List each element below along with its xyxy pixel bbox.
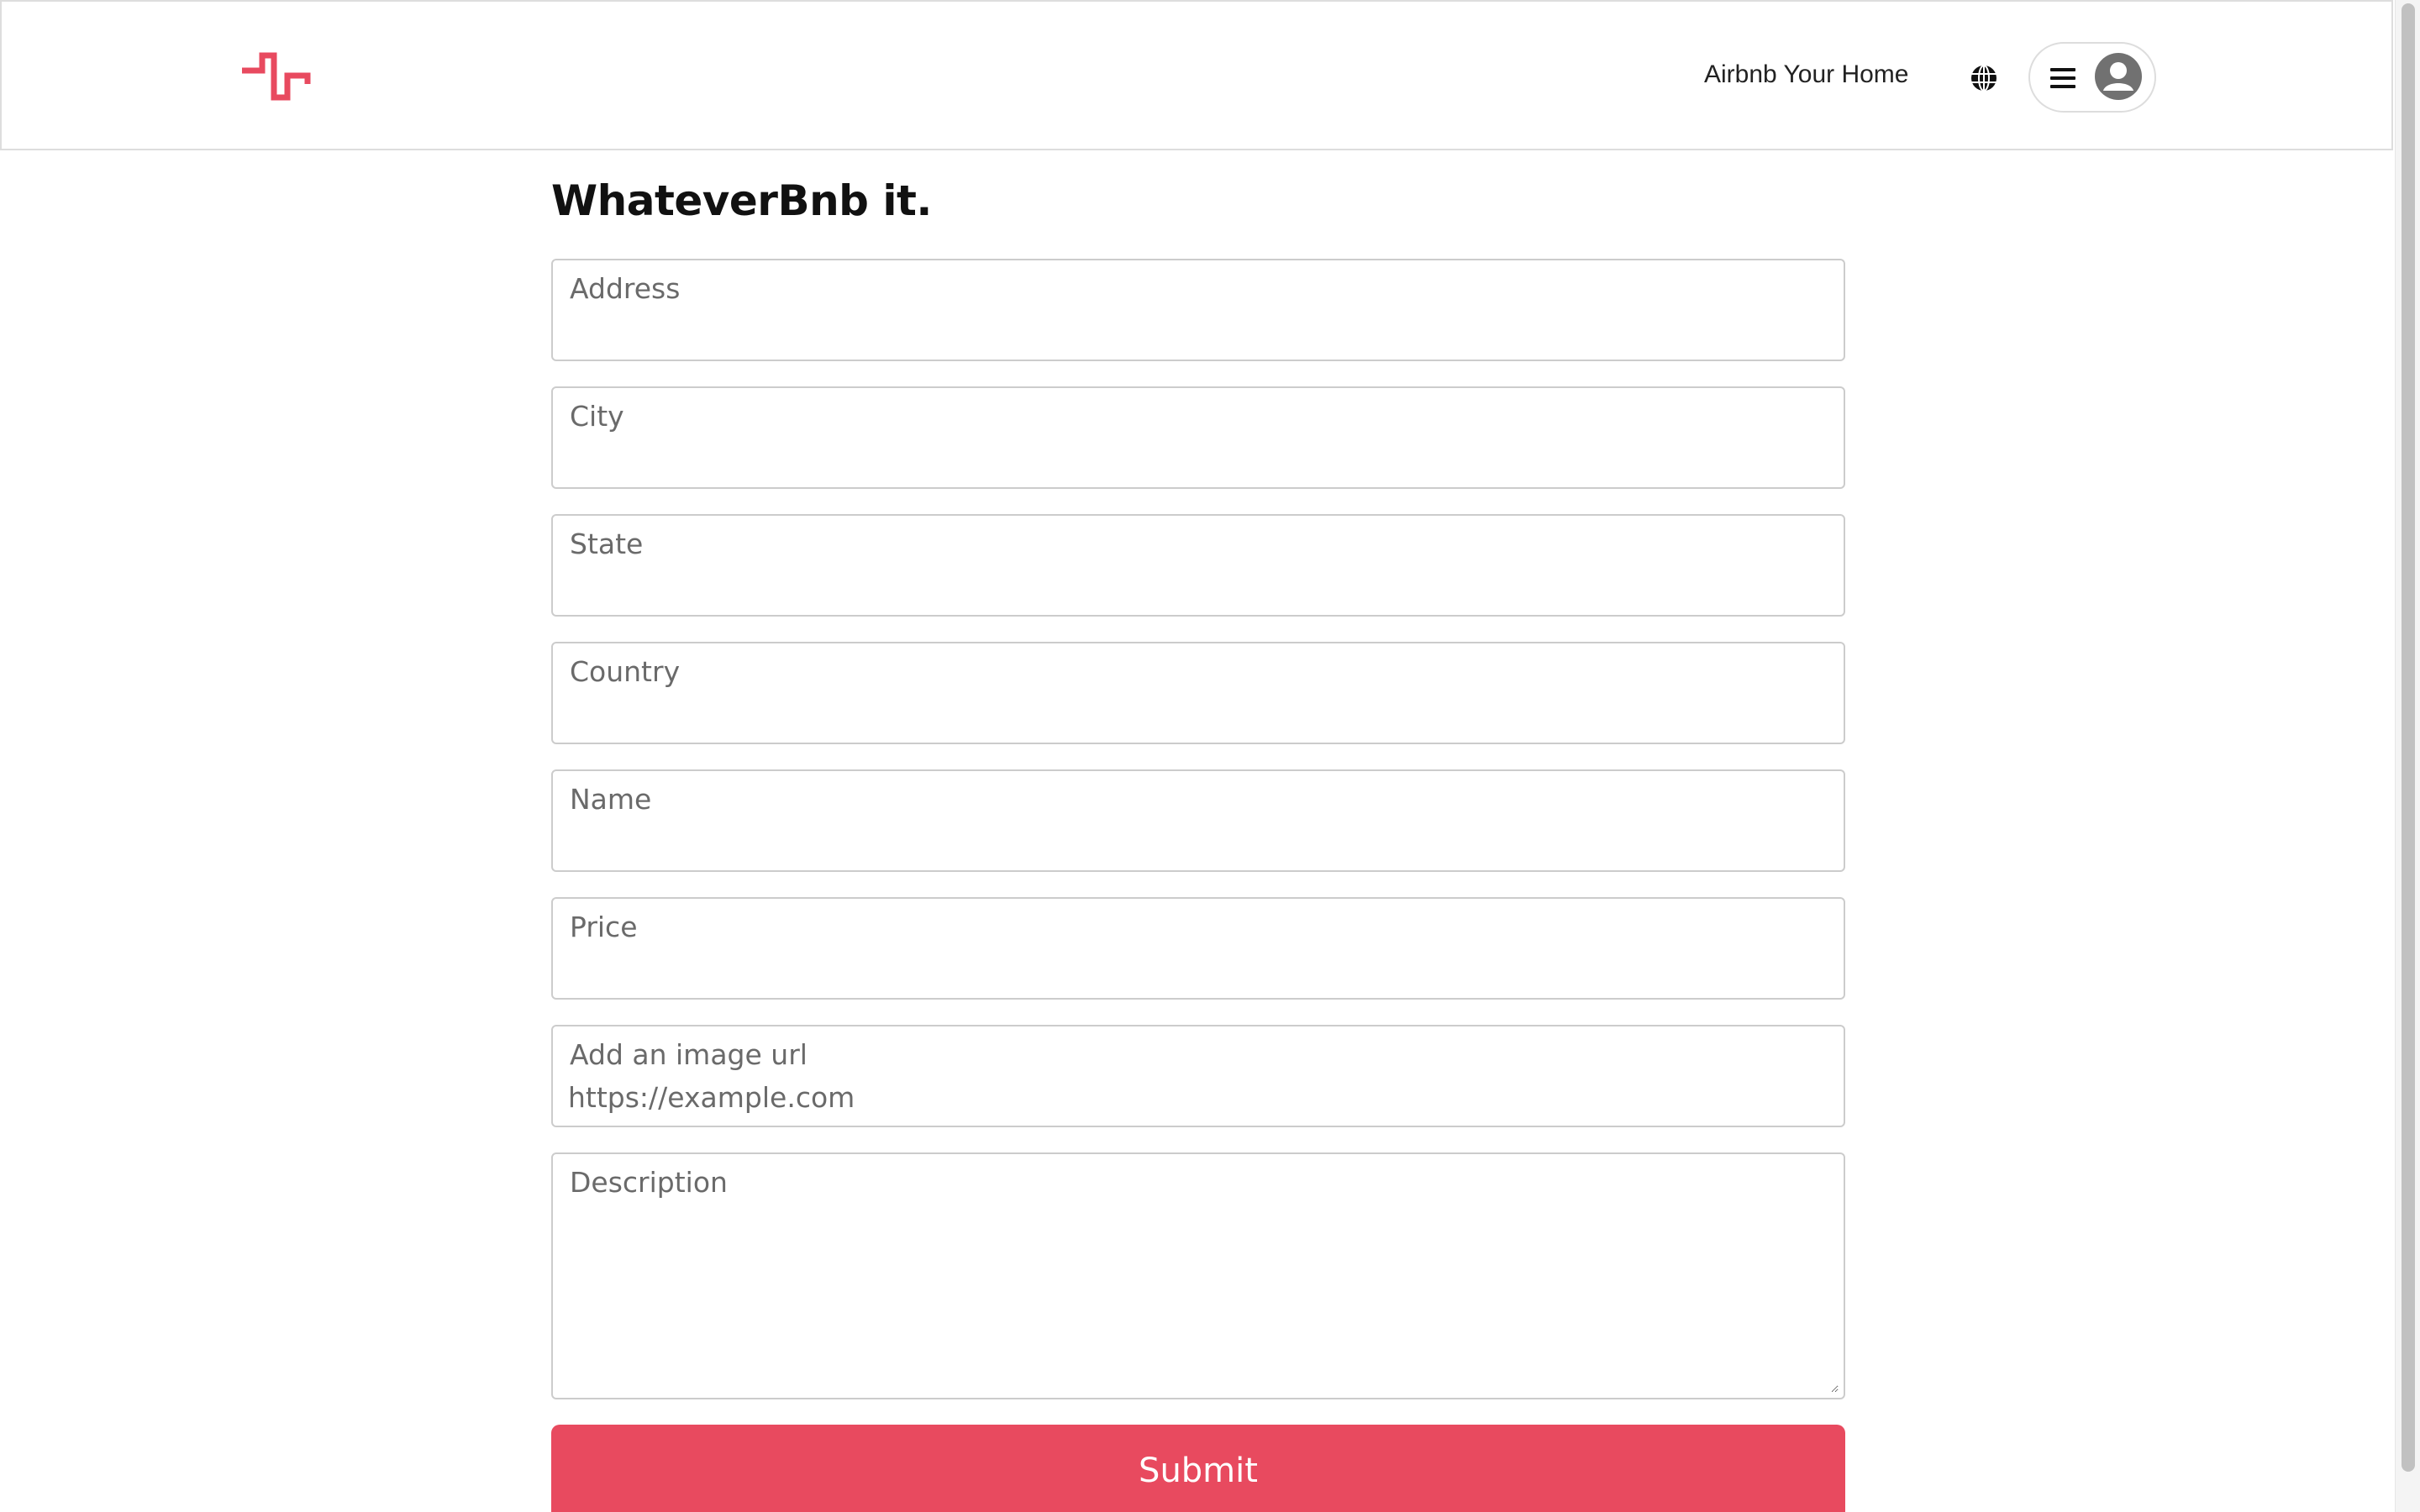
page-title: WhateverBnb it. (551, 176, 932, 225)
name-input[interactable] (568, 822, 1828, 862)
city-field[interactable]: City (551, 386, 1845, 489)
price-label: Price (570, 911, 638, 943)
address-input[interactable] (568, 311, 1828, 351)
description-label: Description (570, 1166, 728, 1199)
state-field[interactable]: State (551, 514, 1845, 617)
state-label: State (570, 528, 644, 560)
price-input[interactable] (568, 949, 1828, 990)
country-label: Country (570, 655, 681, 688)
top-navbar: Airbnb Your Home (0, 0, 2393, 150)
city-label: City (570, 400, 624, 433)
description-field[interactable]: Description (551, 1152, 1845, 1399)
user-menu-button[interactable] (2028, 42, 2156, 113)
hamburger-menu-icon (2050, 68, 2075, 88)
vertical-scrollbar[interactable] (2395, 0, 2420, 1512)
image-url-input[interactable] (568, 1077, 1828, 1117)
address-field[interactable]: Address (551, 259, 1845, 361)
city-input[interactable] (568, 438, 1828, 479)
country-input[interactable] (568, 694, 1828, 734)
user-avatar-icon (2095, 53, 2142, 100)
scrollbar-thumb[interactable] (2402, 3, 2415, 1472)
image-url-field[interactable]: Add an image url (551, 1025, 1845, 1127)
state-input[interactable] (568, 566, 1828, 606)
description-textarea[interactable] (568, 1205, 1839, 1393)
name-label: Name (570, 783, 652, 816)
price-field[interactable]: Price (551, 897, 1845, 1000)
airbnb-your-home-link[interactable]: Airbnb Your Home (1704, 60, 1909, 89)
submit-button[interactable]: Submit (551, 1425, 1845, 1512)
logo-icon[interactable] (240, 52, 311, 102)
address-label: Address (570, 272, 681, 305)
name-field[interactable]: Name (551, 769, 1845, 872)
image-url-label: Add an image url (570, 1038, 808, 1071)
page: Airbnb Your Home WhateverBnb it. Address (0, 0, 2420, 1512)
globe-icon[interactable] (1970, 64, 1998, 92)
country-field[interactable]: Country (551, 642, 1845, 744)
